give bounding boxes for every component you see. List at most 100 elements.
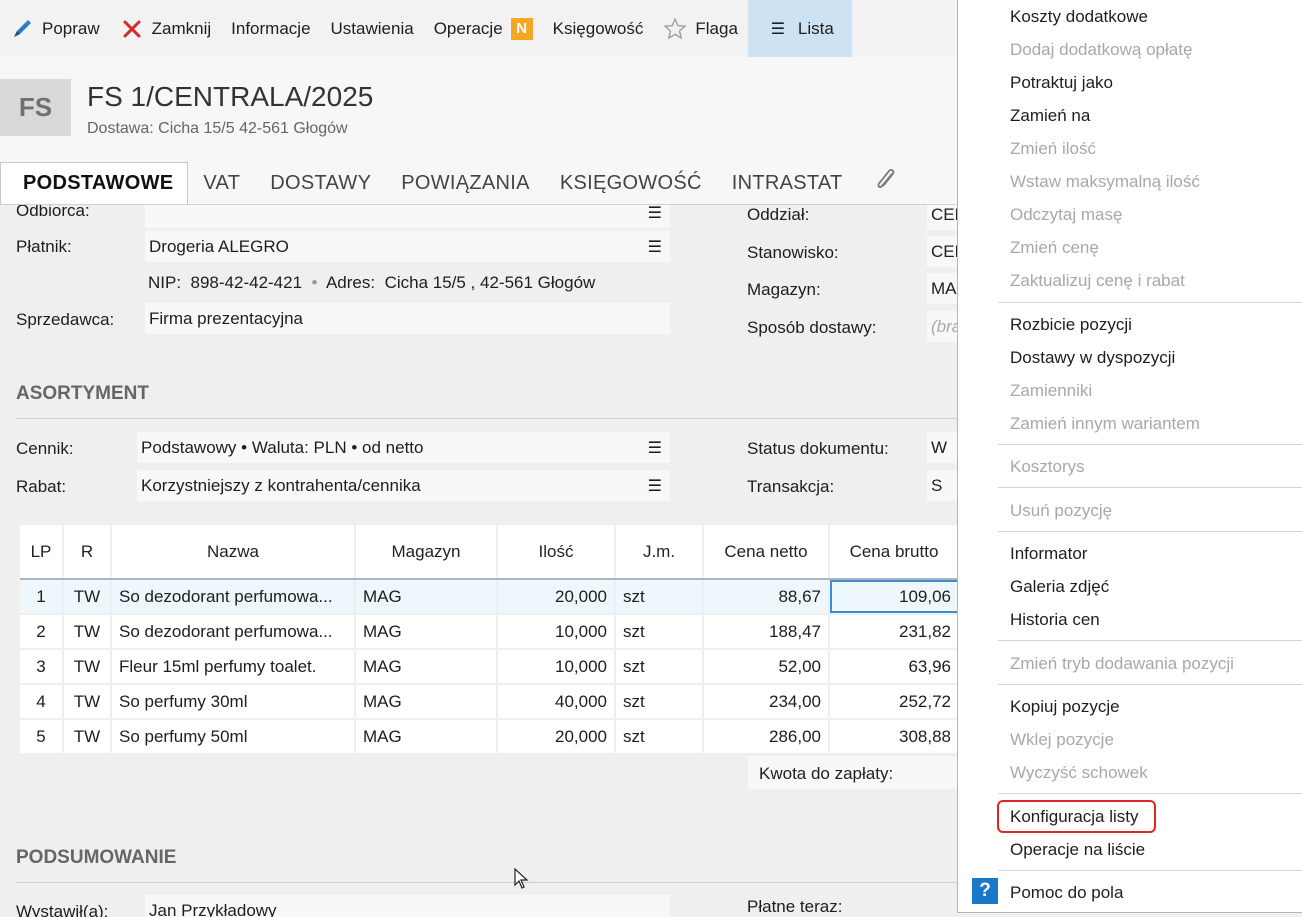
- adres-value: Cicha 15/5 , 42-561 Głogów: [384, 273, 596, 292]
- menu-icon[interactable]: ☰: [648, 476, 662, 496]
- menu-item-kopiuj[interactable]: Kopiuj pozycje: [1010, 697, 1120, 717]
- cell-jm: szt: [616, 580, 704, 613]
- menu-item-informator[interactable]: Informator: [1010, 544, 1087, 564]
- tab-dostawy[interactable]: DOSTAWY: [255, 162, 386, 204]
- cennik-field[interactable]: Podstawowy • Waluta: PLN • od netto ☰: [137, 432, 670, 463]
- column-header-ilosc[interactable]: Ilość: [498, 525, 616, 578]
- menu-item-konfiguracja-listy[interactable]: Konfiguracja listy: [1010, 807, 1139, 827]
- close-label: Zamknij: [151, 18, 212, 38]
- menu-icon[interactable]: ☰: [648, 205, 662, 223]
- table-row[interactable]: 5 TW So perfumy 50ml MAG 20,000 szt 286,…: [20, 720, 958, 755]
- help-icon: ?: [972, 878, 998, 904]
- tab-ksiegowosc[interactable]: KSIĘGOWOŚĆ: [545, 162, 717, 204]
- table-row[interactable]: 4 TW So perfumy 30ml MAG 40,000 szt 234,…: [20, 685, 958, 720]
- cell-magazyn: MAG: [356, 615, 498, 648]
- oddzial-value: CEN: [931, 205, 958, 224]
- star-icon: [663, 16, 687, 41]
- rabat-value: Korzystniejszy z kontrahenta/cennika: [141, 475, 421, 495]
- cell-nazwa: So perfumy 30ml: [112, 685, 356, 718]
- tab-podstawowe[interactable]: PODSTAWOWE: [0, 162, 189, 204]
- flag-button[interactable]: Flaga: [653, 0, 748, 57]
- menu-icon[interactable]: ☰: [648, 438, 662, 458]
- menu-item-koszty-dodatkowe[interactable]: Koszty dodatkowe: [1010, 7, 1148, 27]
- section-divider: [16, 418, 958, 419]
- oddzial-field[interactable]: CEN: [927, 205, 958, 230]
- tab-intrastat[interactable]: INTRASTAT: [717, 162, 858, 204]
- menu-item-operacje-na-liscie[interactable]: Operacje na liście: [1010, 840, 1145, 860]
- status-field[interactable]: W: [927, 432, 958, 463]
- menu-item-wklej: Wklej pozycje: [1010, 730, 1114, 749]
- nip-label: NIP:: [148, 273, 182, 292]
- table-row[interactable]: 2 TW So dezodorant perfumowa... MAG 10,0…: [20, 615, 958, 650]
- wystawil-field[interactable]: Jan Przykładowy: [145, 895, 670, 917]
- menu-item-wyczysc: Wyczyść schowek: [1010, 763, 1148, 782]
- menu-separator: [998, 444, 1302, 445]
- cell-ilosc: 40,000: [498, 685, 616, 718]
- menu-item-zamienniki: Zamienniki: [1010, 381, 1093, 400]
- flag-label: Flaga: [695, 18, 738, 38]
- menu-item-potraktuj-jako[interactable]: Potraktuj jako: [1010, 73, 1113, 93]
- total-box: Kwota do zapłaty:: [748, 756, 958, 789]
- column-header-jm[interactable]: J.m.: [616, 525, 704, 578]
- cell-lp: 4: [20, 685, 64, 718]
- cell-lp: 3: [20, 650, 64, 683]
- magazyn-value: MA: [931, 278, 957, 298]
- cell-lp: 1: [20, 580, 64, 613]
- cell-r: TW: [64, 650, 112, 683]
- platnik-field[interactable]: Drogeria ALEGRO ☰: [145, 231, 670, 262]
- cell-r: TW: [64, 580, 112, 613]
- column-header-magazyn[interactable]: Magazyn: [356, 525, 498, 578]
- cell-lp: 5: [20, 720, 64, 753]
- column-header-cena-brutto[interactable]: Cena brutto: [830, 525, 958, 578]
- column-header-cena-netto[interactable]: Cena netto: [704, 525, 830, 578]
- menu-item-rozbicie[interactable]: Rozbicie pozycji: [1010, 315, 1132, 335]
- tab-powiazania[interactable]: POWIĄZANIA: [386, 162, 545, 204]
- sprzedawca-field[interactable]: Firma prezentacyjna: [145, 303, 670, 334]
- close-button[interactable]: Zamknij: [110, 0, 222, 57]
- podsumowanie-title: PODSUMOWANIE: [16, 847, 177, 868]
- accounting-button[interactable]: Księgowość: [543, 0, 654, 57]
- stanowisko-field[interactable]: CEN: [927, 236, 958, 267]
- menu-item-historia-cen[interactable]: Historia cen: [1010, 610, 1100, 630]
- platnik-value: Drogeria ALEGRO: [149, 236, 289, 256]
- cell-lp: 2: [20, 615, 64, 648]
- magazyn-field[interactable]: MA: [927, 273, 958, 304]
- menu-separator: [998, 531, 1302, 532]
- table-row[interactable]: 3 TW Fleur 15ml perfumy toalet. MAG 10,0…: [20, 650, 958, 685]
- menu-icon[interactable]: ☰: [648, 237, 662, 257]
- column-header-r[interactable]: R: [64, 525, 112, 578]
- list-button[interactable]: ☰ Lista: [747, 0, 852, 57]
- transakcja-label: Transakcja:: [747, 477, 835, 496]
- sposob-dostawy-field[interactable]: (bra: [927, 311, 958, 342]
- odbiorca-field[interactable]: ☰: [145, 205, 670, 228]
- menu-item-galeria[interactable]: Galeria zdjęć: [1010, 577, 1109, 597]
- settings-button[interactable]: Ustawienia: [321, 0, 424, 57]
- column-header-nazwa[interactable]: Nazwa: [112, 525, 356, 578]
- rabat-field[interactable]: Korzystniejszy z kontrahenta/cennika ☰: [137, 470, 670, 501]
- settings-label: Ustawienia: [330, 18, 414, 38]
- column-header-lp[interactable]: LP: [20, 525, 64, 578]
- menu-item-pomoc-do-pola[interactable]: Pomoc do pola: [1010, 883, 1123, 903]
- menu-item-zamien-na[interactable]: Zamień na: [1010, 106, 1090, 126]
- operations-button[interactable]: Operacje N: [424, 0, 543, 57]
- status-label: Status dokumentu:: [747, 439, 889, 458]
- cell-cena-brutto[interactable]: 109,06: [830, 580, 958, 613]
- table-row[interactable]: 1 TW So dezodorant perfumowa... MAG 20,0…: [20, 580, 958, 615]
- menu-item-dostawy-dyspozycji[interactable]: Dostawy w dyspozycji: [1010, 348, 1175, 368]
- edit-button[interactable]: Popraw: [0, 0, 110, 57]
- tab-attachments[interactable]: [858, 162, 914, 204]
- platne-teraz-label: Płatne teraz:: [747, 897, 843, 916]
- adres-label: Adres:: [325, 273, 376, 292]
- cell-ilosc: 10,000: [498, 615, 616, 648]
- tab-vat[interactable]: VAT: [188, 162, 255, 204]
- total-label: Kwota do zapłaty:: [759, 764, 894, 783]
- tab-bar: PODSTAWOWE VAT DOSTAWY POWIĄZANIA KSIĘGO…: [0, 162, 958, 205]
- cell-jm: szt: [616, 650, 704, 683]
- transakcja-field[interactable]: S: [927, 470, 958, 501]
- stanowisko-value: CEN: [931, 241, 958, 261]
- sprzedawca-value: Firma prezentacyjna: [149, 308, 304, 328]
- info-button[interactable]: Informacje: [221, 0, 320, 57]
- menu-item-zamien-wariant: Zamień innym wariantem: [1010, 414, 1200, 433]
- document-subtitle: Dostawa: Cicha 15/5 42-561 Głogów: [87, 120, 348, 137]
- form-content: Odbiorca: ☰ Płatnik: Drogeria ALEGRO ☰ N…: [0, 205, 958, 917]
